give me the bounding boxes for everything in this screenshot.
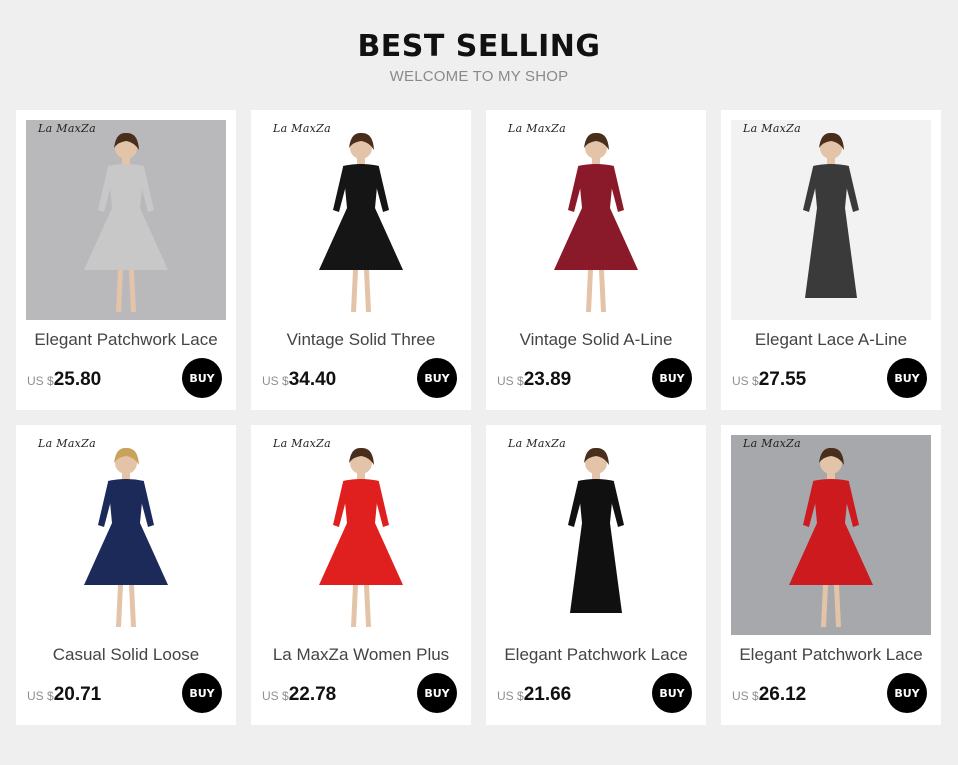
product-image (731, 435, 931, 635)
buy-button[interactable]: BUY (652, 673, 692, 713)
product-price: 26.12 (758, 684, 807, 705)
page-subtitle: WELCOME TO MY SHOP (389, 68, 569, 85)
product-image-box[interactable]: La MaxZa (261, 435, 461, 635)
product-name[interactable]: La MaxZa Women Plus (251, 645, 471, 665)
product-image (26, 435, 226, 635)
product-image-box[interactable]: La MaxZa (496, 120, 696, 320)
product-price: 27.55 (758, 369, 807, 390)
product-image-box[interactable]: La MaxZa (731, 120, 931, 320)
buy-button[interactable]: BUY (182, 358, 222, 398)
product-image-box[interactable]: La MaxZa (26, 435, 226, 635)
product-price: 34.40 (288, 369, 337, 390)
product-price: 22.78 (288, 684, 337, 705)
product-name[interactable]: Casual Solid Loose (16, 645, 236, 665)
currency-label: US $ (27, 374, 54, 388)
brand-logo: La MaxZa (508, 437, 566, 450)
product-card[interactable]: La MaxZa Elegant Patchwork Lace US $25.80 B… (16, 110, 236, 410)
product-card[interactable]: La MaxZa Elegant Patchwork Lace US $21.66 B… (486, 425, 706, 725)
price-row: US $27.55 (732, 369, 806, 391)
price-row: US $20.71 (27, 684, 101, 706)
brand-logo: La MaxZa (743, 122, 801, 135)
page-header: BEST SELLING WELCOME TO MY SHOP (0, 28, 958, 85)
price-row: US $25.80 (27, 369, 101, 391)
currency-label: US $ (732, 689, 759, 703)
product-price: 20.71 (53, 684, 102, 705)
brand-logo: La MaxZa (38, 122, 96, 135)
product-image (261, 435, 461, 635)
product-image (261, 120, 461, 320)
product-price: 21.66 (523, 684, 572, 705)
product-image-box[interactable]: La MaxZa (261, 120, 461, 320)
product-price: 23.89 (523, 369, 572, 390)
buy-button[interactable]: BUY (887, 358, 927, 398)
product-image (731, 120, 931, 320)
product-image (26, 120, 226, 320)
price-row: US $22.78 (262, 684, 336, 706)
price-row: US $26.12 (732, 684, 806, 706)
price-row: US $23.89 (497, 369, 571, 391)
buy-button[interactable]: BUY (887, 673, 927, 713)
page-title: BEST SELLING (357, 29, 601, 64)
product-price: 25.80 (53, 369, 102, 390)
product-card[interactable]: La MaxZa Casual Solid Loose US $20.71 BUY (16, 425, 236, 725)
product-name[interactable]: Elegant Patchwork Lace (16, 330, 236, 350)
product-card[interactable]: La MaxZa Vintage Solid Three US $34.40 BUY (251, 110, 471, 410)
product-name[interactable]: Elegant Patchwork Lace (721, 645, 941, 665)
currency-label: US $ (262, 689, 289, 703)
product-name[interactable]: Vintage Solid Three (251, 330, 471, 350)
product-image-box[interactable]: La MaxZa (731, 435, 931, 635)
buy-button[interactable]: BUY (652, 358, 692, 398)
product-card[interactable]: La MaxZa Elegant Patchwork Lace US $26.12 B… (721, 425, 941, 725)
buy-button[interactable]: BUY (182, 673, 222, 713)
product-card[interactable]: La MaxZa Elegant Lace A-Line US $27.55 BUY (721, 110, 941, 410)
product-image-box[interactable]: La MaxZa (26, 120, 226, 320)
brand-logo: La MaxZa (273, 437, 331, 450)
currency-label: US $ (27, 689, 54, 703)
buy-button[interactable]: BUY (417, 358, 457, 398)
product-image-box[interactable]: La MaxZa (496, 435, 696, 635)
currency-label: US $ (262, 374, 289, 388)
price-row: US $21.66 (497, 684, 571, 706)
brand-logo: La MaxZa (743, 437, 801, 450)
product-name[interactable]: Elegant Patchwork Lace (486, 645, 706, 665)
currency-label: US $ (497, 374, 524, 388)
brand-logo: La MaxZa (273, 122, 331, 135)
product-name[interactable]: Elegant Lace A-Line (721, 330, 941, 350)
price-row: US $34.40 (262, 369, 336, 391)
currency-label: US $ (497, 689, 524, 703)
product-name[interactable]: Vintage Solid A-Line (486, 330, 706, 350)
brand-logo: La MaxZa (508, 122, 566, 135)
currency-label: US $ (732, 374, 759, 388)
product-image (496, 435, 696, 635)
product-image (496, 120, 696, 320)
product-card[interactable]: La MaxZa Vintage Solid A-Line US $23.89 BUY (486, 110, 706, 410)
product-card[interactable]: La MaxZa La MaxZa Women Plus US $22.78 BUY (251, 425, 471, 725)
buy-button[interactable]: BUY (417, 673, 457, 713)
brand-logo: La MaxZa (38, 437, 96, 450)
